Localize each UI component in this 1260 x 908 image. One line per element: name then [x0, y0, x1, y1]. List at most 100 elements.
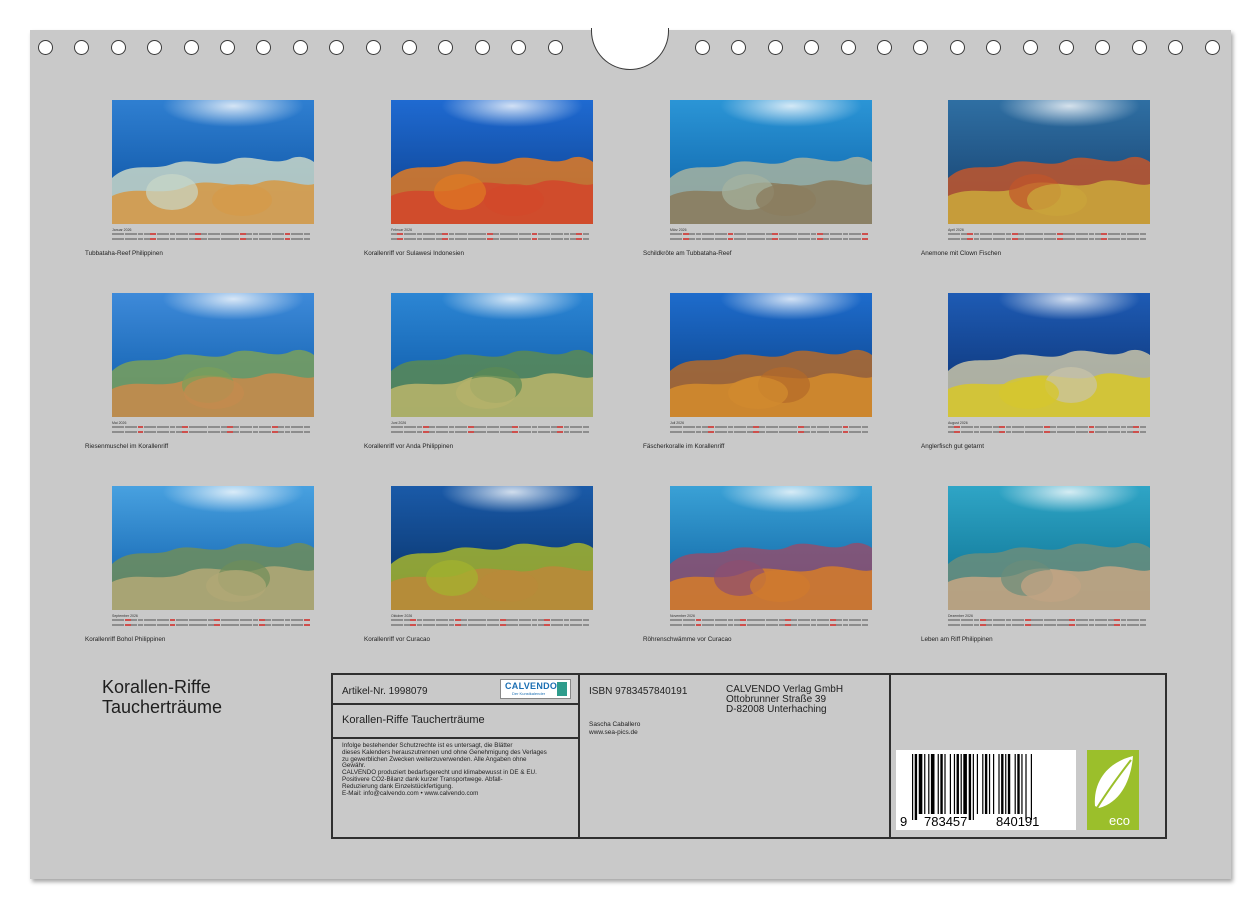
calendar-day — [169, 238, 176, 240]
calendar-day — [960, 624, 967, 626]
calendar-day — [531, 426, 538, 428]
calendar-day — [1139, 619, 1146, 621]
calendar-day — [557, 624, 564, 626]
mini-calendar: Juni 2026 — [391, 421, 593, 437]
calendar-day — [461, 426, 468, 428]
calendar-day — [227, 431, 233, 433]
month-caption: Anglerfisch gut getarnt — [921, 443, 985, 450]
calendar-day — [973, 624, 980, 626]
calendar-day — [163, 619, 170, 621]
calendar-day — [1011, 238, 1018, 240]
calendar-day — [220, 431, 227, 433]
calendar-day — [954, 619, 961, 621]
calendar-day — [823, 426, 830, 428]
calendar-day — [797, 426, 804, 428]
calendar-day — [207, 431, 214, 433]
binding-hole — [438, 40, 454, 55]
calendar-day — [182, 619, 189, 621]
calendar-day — [829, 431, 836, 433]
month-caption: Tubbataha-Reef Philippinen — [85, 250, 163, 257]
calendar-day — [461, 233, 468, 235]
calendar-day — [1069, 426, 1076, 428]
calendar-day — [124, 238, 131, 240]
calendar-day — [1094, 619, 1101, 621]
calendar-day — [297, 233, 304, 235]
calendar-day — [442, 238, 449, 240]
calendar-day — [1114, 233, 1121, 235]
calendar-day — [670, 619, 676, 621]
calendar-day — [1114, 238, 1121, 240]
calendar-day — [708, 238, 715, 240]
calendar-day — [403, 426, 410, 428]
calendar-day — [258, 624, 265, 626]
calendar-day — [506, 426, 512, 428]
calendar-day — [214, 426, 221, 428]
mini-calendar: November 2026 — [670, 614, 872, 630]
calendar-day — [842, 431, 849, 433]
calendar-day — [1133, 624, 1140, 626]
calendar-day — [258, 431, 265, 433]
binding-hole — [949, 40, 965, 55]
calendar-day — [689, 431, 696, 433]
calendar-day — [391, 431, 397, 433]
calendar-day — [1031, 426, 1037, 428]
calendar-day — [233, 431, 240, 433]
calendar-day — [246, 624, 253, 626]
calendar-day — [397, 624, 404, 626]
calendar-day — [682, 426, 689, 428]
calendar-day — [708, 431, 715, 433]
calendar-day — [278, 624, 285, 626]
month-tile: September 2026 Korallenriff Bohol Philipp… — [85, 486, 314, 643]
barcode-bar — [944, 754, 946, 814]
calendar-day — [1063, 624, 1069, 626]
calendar-title: Korallen-Riffe Taucherträume — [102, 677, 222, 717]
binding-hole — [1131, 40, 1147, 55]
calendar-day — [429, 619, 436, 621]
month-caption: Fäscherkoralle im Korallenriff — [643, 443, 725, 450]
calendar-day — [848, 624, 855, 626]
calendar-day — [1005, 619, 1012, 621]
calendar-day — [855, 426, 862, 428]
calendar-day — [137, 431, 144, 433]
calendar-day — [486, 624, 493, 626]
calendar-day — [746, 426, 753, 428]
calendar-day — [823, 431, 830, 433]
calendar-day — [1024, 238, 1031, 240]
binding-hole — [74, 40, 90, 55]
calendar-day — [467, 431, 474, 433]
calendar-day — [150, 624, 157, 626]
reef-photo — [391, 486, 593, 610]
calendar-day — [810, 426, 817, 428]
calendar-day — [118, 233, 125, 235]
calendar-day — [676, 238, 683, 240]
calendar-day — [1114, 431, 1121, 433]
binding-hole — [804, 40, 820, 55]
binding-hole — [840, 40, 856, 55]
calendar-day — [150, 233, 157, 235]
calendar-day — [1031, 431, 1037, 433]
calendar-day-row — [670, 431, 868, 434]
calendar-day — [576, 431, 583, 433]
calendar-day — [422, 238, 429, 240]
calendar-day-row — [948, 619, 1146, 622]
calendar-day — [499, 426, 506, 428]
calendar-day — [1101, 233, 1108, 235]
calendar-day — [188, 238, 195, 240]
calendar-day — [227, 624, 233, 626]
barcode-bar — [993, 754, 995, 814]
calendar-day — [992, 233, 999, 235]
calendar-day — [506, 233, 512, 235]
calendar-day — [258, 233, 265, 235]
calendar-day — [1018, 431, 1025, 433]
calendar-day — [454, 426, 461, 428]
calendar-day — [816, 619, 823, 621]
calendar-day — [1094, 426, 1101, 428]
calendar-day — [303, 624, 310, 626]
calendar-day — [670, 238, 676, 240]
calendar-day — [816, 426, 823, 428]
calendar-day — [391, 619, 397, 621]
calendar-day — [948, 233, 954, 235]
calendar-day — [252, 431, 259, 433]
calendar-day — [740, 233, 747, 235]
calendar-day — [112, 431, 118, 433]
